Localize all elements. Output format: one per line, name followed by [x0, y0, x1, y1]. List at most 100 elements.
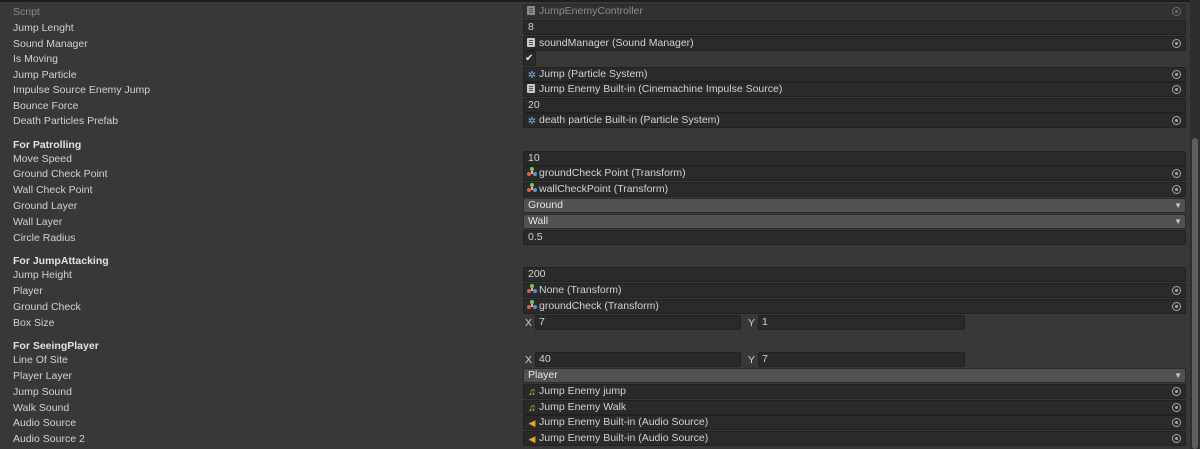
object-picker-icon[interactable] [1172, 70, 1181, 79]
sound-manager-value: soundManager (Sound Manager) [539, 37, 694, 49]
row-impulse-source: Impulse Source Enemy Jump Jump Enemy Bui… [0, 82, 1190, 98]
transform-icon [527, 167, 537, 177]
audio-source-field[interactable]: ◀ Jump Enemy Built-in (Audio Source) [523, 415, 1186, 430]
jump-sound-label: Jump Sound [13, 386, 72, 398]
object-picker-icon[interactable] [1172, 185, 1181, 194]
line-of-site-y-field[interactable]: 7 [758, 352, 965, 367]
object-picker-icon[interactable] [1172, 403, 1181, 412]
jump-height-field[interactable]: 200 [523, 267, 1186, 282]
row-ground-check-point: Ground Check Point groundCheck Point (Tr… [0, 166, 1190, 182]
row-walk-sound: Walk Sound ♫ Jump Enemy Walk [0, 400, 1190, 416]
ground-layer-value: Ground [528, 199, 564, 211]
jump-particle-value: Jump (Particle System) [539, 68, 648, 80]
object-picker-icon[interactable] [1172, 169, 1181, 178]
inspector-panel: Script JumpEnemyController Jump Lenght 8… [0, 0, 1190, 449]
walk-sound-field[interactable]: ♫ Jump Enemy Walk [523, 400, 1186, 415]
object-picker-icon[interactable] [1172, 302, 1181, 311]
row-box-size: Box Size X 7 Y 1 [0, 315, 1190, 331]
move-speed-label: Move Speed [13, 153, 72, 165]
speaker-icon: ◀ [528, 418, 536, 428]
row-wall-layer: Wall Layer Wall ▼ [0, 214, 1190, 230]
audio-source-2-field[interactable]: ◀ Jump Enemy Built-in (Audio Source) [523, 431, 1186, 446]
row-circle-radius: Circle Radius 0.5 [0, 230, 1190, 246]
audio-clip-icon: ♫ [528, 387, 536, 398]
line-of-site-x-label: X [525, 354, 533, 366]
object-picker-icon[interactable] [1172, 418, 1181, 427]
object-picker-icon[interactable] [1172, 387, 1181, 396]
scrollbar-thumb[interactable] [1192, 138, 1198, 449]
move-speed-field[interactable]: 10 [523, 151, 1186, 166]
checkmark-icon: ✔ [525, 53, 534, 64]
script-value: JumpEnemyController [539, 5, 643, 17]
ground-check-point-label: Ground Check Point [13, 168, 108, 180]
line-of-site-label: Line Of Site [13, 354, 68, 366]
ground-check-point-field[interactable]: groundCheck Point (Transform) [523, 166, 1186, 181]
particle-system-icon: ✲ [527, 116, 537, 127]
row-audio-source: Audio Source ◀ Jump Enemy Built-in (Audio… [0, 415, 1190, 431]
script-icon [527, 84, 535, 93]
object-picker-icon[interactable] [1172, 286, 1181, 295]
player-layer-value: Player [528, 369, 558, 381]
jump-height-label: Jump Height [13, 269, 72, 281]
row-audio-source-2: Audio Source 2 ◀ Jump Enemy Built-in (Aud… [0, 431, 1190, 447]
script-icon [527, 6, 535, 15]
row-player: Player None (Transform) [0, 283, 1190, 299]
transform-icon [527, 183, 537, 193]
object-picker-icon[interactable] [1172, 39, 1181, 48]
box-size-x-field[interactable]: 7 [535, 315, 741, 330]
object-picker-icon[interactable] [1172, 116, 1181, 125]
impulse-source-field[interactable]: Jump Enemy Built-in (Cinemachine Impulse… [523, 82, 1186, 97]
death-particles-field[interactable]: ✲ death particle Built-in (Particle Syste… [523, 113, 1186, 128]
row-jump-height: Jump Height 200 [0, 267, 1190, 283]
wall-check-point-value: wallCheckPoint (Transform) [539, 183, 669, 195]
is-moving-checkbox[interactable]: ✔ [523, 51, 536, 66]
impulse-source-value: Jump Enemy Built-in (Cinemachine Impulse… [539, 83, 783, 95]
jump-length-field[interactable]: 8 [523, 20, 1186, 35]
wall-layer-label: Wall Layer [13, 216, 63, 228]
audio-clip-icon: ♫ [528, 403, 536, 414]
wall-check-point-label: Wall Check Point [13, 184, 93, 196]
death-particles-value: death particle Built-in (Particle System… [539, 114, 720, 126]
player-layer-label: Player Layer [13, 370, 72, 382]
row-jump-particle: Jump Particle ✲ Jump (Particle System) [0, 67, 1190, 83]
ground-check-point-value: groundCheck Point (Transform) [539, 167, 686, 179]
object-picker-icon [1172, 7, 1181, 16]
object-picker-icon[interactable] [1172, 434, 1181, 443]
transform-icon [527, 284, 537, 294]
transform-icon [527, 300, 537, 310]
object-picker-icon[interactable] [1172, 85, 1181, 94]
death-particles-label: Death Particles Prefab [13, 115, 119, 127]
player-field[interactable]: None (Transform) [523, 283, 1186, 298]
ground-check-field[interactable]: groundCheck (Transform) [523, 299, 1186, 314]
circle-radius-label: Circle Radius [13, 232, 76, 244]
box-size-y-label: Y [748, 317, 756, 329]
row-sound-manager: Sound Manager soundManager (Sound Manage… [0, 36, 1190, 52]
line-of-site-x-field[interactable]: 40 [535, 352, 741, 367]
box-size-y-field[interactable]: 1 [758, 315, 965, 330]
jump-particle-field[interactable]: ✲ Jump (Particle System) [523, 67, 1186, 82]
walk-sound-label: Walk Sound [13, 402, 70, 414]
audio-source-2-value: Jump Enemy Built-in (Audio Source) [539, 432, 709, 444]
row-move-speed: Move Speed 10 [0, 151, 1190, 167]
bounce-force-field[interactable]: 20 [523, 98, 1186, 113]
wall-layer-dropdown[interactable]: Wall ▼ [523, 214, 1186, 229]
walk-sound-value: Jump Enemy Walk [539, 401, 627, 413]
row-wall-check-point: Wall Check Point wallCheckPoint (Transfo… [0, 182, 1190, 198]
wall-check-point-field[interactable]: wallCheckPoint (Transform) [523, 182, 1186, 197]
speaker-icon: ◀ [528, 434, 536, 444]
player-label: Player [13, 285, 43, 297]
particle-system-icon: ✲ [527, 70, 537, 81]
ground-layer-dropdown[interactable]: Ground ▼ [523, 198, 1186, 213]
circle-radius-field[interactable]: 0.5 [523, 230, 1186, 245]
bounce-force-label: Bounce Force [13, 100, 79, 112]
player-layer-dropdown[interactable]: Player ▼ [523, 368, 1186, 383]
audio-source-label: Audio Source [13, 417, 77, 429]
box-size-x-label: X [525, 317, 533, 329]
player-value: None (Transform) [539, 284, 622, 296]
jump-sound-field[interactable]: ♫ Jump Enemy jump [523, 384, 1186, 399]
row-ground-layer: Ground Layer Ground ▼ [0, 198, 1190, 214]
ground-layer-label: Ground Layer [13, 200, 78, 212]
line-of-site-y-label: Y [748, 354, 756, 366]
row-line-of-site: Line Of Site X 40 Y 7 [0, 352, 1190, 368]
sound-manager-field[interactable]: soundManager (Sound Manager) [523, 36, 1186, 51]
